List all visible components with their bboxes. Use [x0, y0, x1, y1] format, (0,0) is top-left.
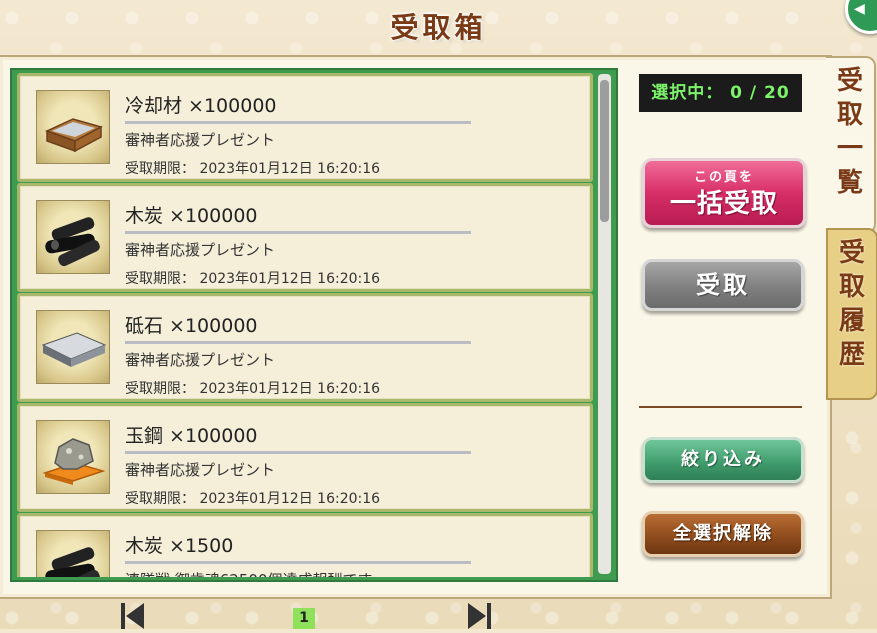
- item-deadline: 受取期限： 2023年01月12日 16:20:16: [125, 271, 381, 287]
- item-description: 審神者応援プレゼント: [125, 241, 276, 259]
- last-page-button[interactable]: [466, 600, 492, 629]
- charcoal-icon: [36, 200, 110, 274]
- steel-ore-icon: [36, 420, 110, 494]
- item-name: 砥石 ×100000: [125, 315, 258, 337]
- item-list-viewport: 冷却材 ×100000 審神者応援プレゼント 受取期限： 2023年01月12日…: [15, 73, 595, 577]
- item-name: 玉鋼 ×100000: [125, 425, 258, 447]
- bulk-receive-button[interactable]: この頁を 一括受取: [642, 158, 806, 228]
- divider: [125, 121, 471, 124]
- wooden-tray-icon: [36, 90, 110, 164]
- charcoal-icon: [36, 530, 110, 577]
- receive-button[interactable]: 受取: [642, 259, 804, 311]
- item-deadline: 受取期限： 2023年01月12日 16:20:16: [125, 161, 381, 177]
- page-title: 受取箱: [390, 11, 487, 44]
- whetstone-icon: [36, 310, 110, 384]
- filter-button[interactable]: 絞り込み: [642, 437, 804, 483]
- tab-label: 受取履歴: [838, 238, 865, 370]
- item-description: 連隊戦 御歳魂62500個達成報酬です: [125, 569, 373, 577]
- divider: [125, 451, 471, 454]
- item-deadline: 受取期限： 2023年01月12日 16:20:16: [125, 491, 381, 507]
- divider: [125, 561, 471, 564]
- deselect-all-button[interactable]: 全選択解除: [642, 511, 804, 557]
- tab-receive-history[interactable]: 受取履歴: [826, 228, 877, 400]
- skip-forward-icon: [468, 603, 491, 629]
- item-deadline: 受取期限： 2023年01月12日 16:20:16: [125, 381, 381, 397]
- item-list: 冷却材 ×100000 審神者応援プレゼント 受取期限： 2023年01月12日…: [10, 68, 618, 582]
- tab-receive-list[interactable]: 受取一覧: [826, 56, 876, 234]
- skip-back-icon: [121, 603, 144, 629]
- page-number[interactable]: 1: [293, 608, 315, 629]
- scroll-thumb[interactable]: [600, 80, 609, 222]
- list-item[interactable]: 玉鋼 ×100000 審神者応援プレゼント 受取期限： 2023年01月12日 …: [17, 403, 593, 512]
- divider: [125, 231, 471, 234]
- first-page-button[interactable]: [120, 600, 146, 629]
- title-bar: 受取箱 ◀: [0, 0, 877, 52]
- item-name: 木炭 ×1500: [125, 535, 234, 557]
- divider: [639, 406, 802, 408]
- item-description: 審神者応援プレゼント: [125, 351, 276, 369]
- list-item[interactable]: 木炭 ×1500 連隊戦 御歳魂62500個達成報酬です: [17, 513, 593, 577]
- selection-counter: 選択中： 0 / 20: [639, 74, 802, 112]
- item-name: 木炭 ×100000: [125, 205, 258, 227]
- item-description: 審神者応援プレゼント: [125, 131, 276, 149]
- divider: [125, 341, 471, 344]
- bulk-receive-label: 一括受取: [669, 189, 778, 219]
- list-item[interactable]: 冷却材 ×100000 審神者応援プレゼント 受取期限： 2023年01月12日…: [17, 73, 593, 182]
- item-description: 審神者応援プレゼント: [125, 461, 276, 479]
- list-item[interactable]: 砥石 ×100000 審神者応援プレゼント 受取期限： 2023年01月12日 …: [17, 293, 593, 402]
- scrollbar[interactable]: [598, 74, 611, 574]
- list-item[interactable]: 木炭 ×100000 審神者応援プレゼント 受取期限： 2023年01月12日 …: [17, 183, 593, 292]
- item-name: 冷却材 ×100000: [125, 95, 277, 117]
- tab-label: 受取一覧: [836, 66, 863, 198]
